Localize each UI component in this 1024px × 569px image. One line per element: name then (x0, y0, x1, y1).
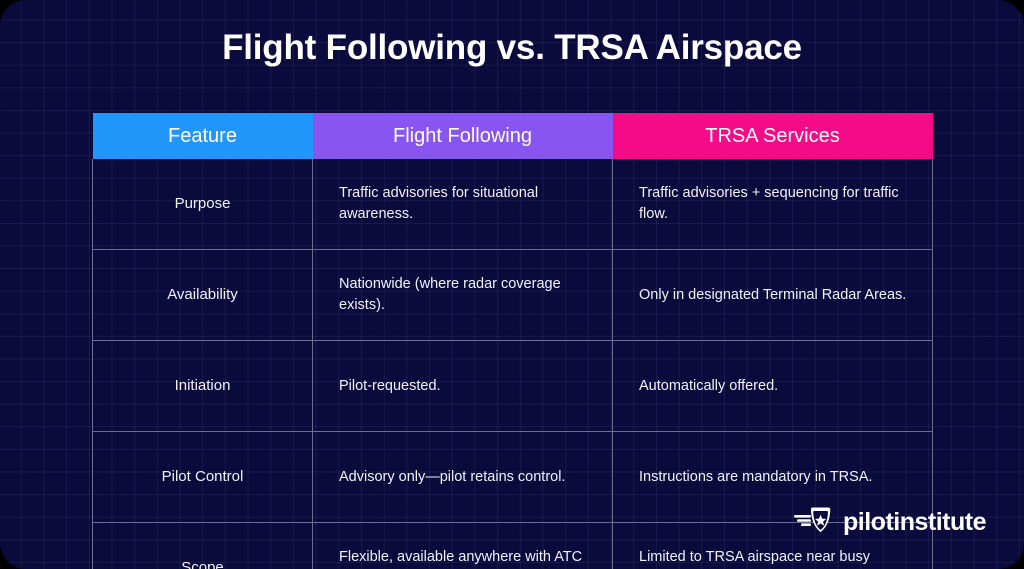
cell-feature: Scope (92, 522, 313, 569)
comparison-table: Feature Flight Following TRSA Services P… (92, 113, 933, 569)
brand-logo: pilotinstitute (794, 506, 986, 539)
table-row: Initiation Pilot-requested. Automaticall… (92, 340, 933, 432)
table-row: Purpose Traffic advisories for situation… (92, 159, 933, 250)
cell-flight-following: Flexible, available anywhere with ATC ra… (312, 522, 613, 569)
column-header-feature: Feature (92, 113, 313, 159)
column-header-flight-following: Flight Following (312, 113, 613, 159)
cell-feature: Availability (92, 249, 313, 341)
table-row: Availability Nationwide (where radar cov… (92, 249, 933, 341)
cell-flight-following: Pilot-requested. (312, 340, 613, 432)
cell-trsa-services: Automatically offered. (612, 340, 933, 432)
winged-shield-star-icon (794, 506, 834, 539)
table-header-row: Feature Flight Following TRSA Services (92, 113, 933, 159)
cell-flight-following: Advisory only—pilot retains control. (312, 431, 613, 523)
brand-name: pilotinstitute (843, 508, 986, 536)
column-header-trsa-services: TRSA Services (612, 113, 933, 159)
page-title: Flight Following vs. TRSA Airspace (222, 28, 802, 67)
cell-flight-following: Nationwide (where radar coverage exists)… (312, 249, 613, 341)
infographic-card: Flight Following vs. TRSA Airspace Featu… (0, 0, 1024, 569)
cell-trsa-services: Traffic advisories + sequencing for traf… (612, 159, 933, 250)
table-header: Feature Flight Following TRSA Services (92, 113, 933, 159)
cell-trsa-services: Only in designated Terminal Radar Areas. (612, 249, 933, 341)
cell-feature: Purpose (92, 159, 313, 250)
cell-feature: Initiation (92, 340, 313, 432)
cell-feature: Pilot Control (92, 431, 313, 523)
cell-flight-following: Traffic advisories for situational aware… (312, 159, 613, 250)
